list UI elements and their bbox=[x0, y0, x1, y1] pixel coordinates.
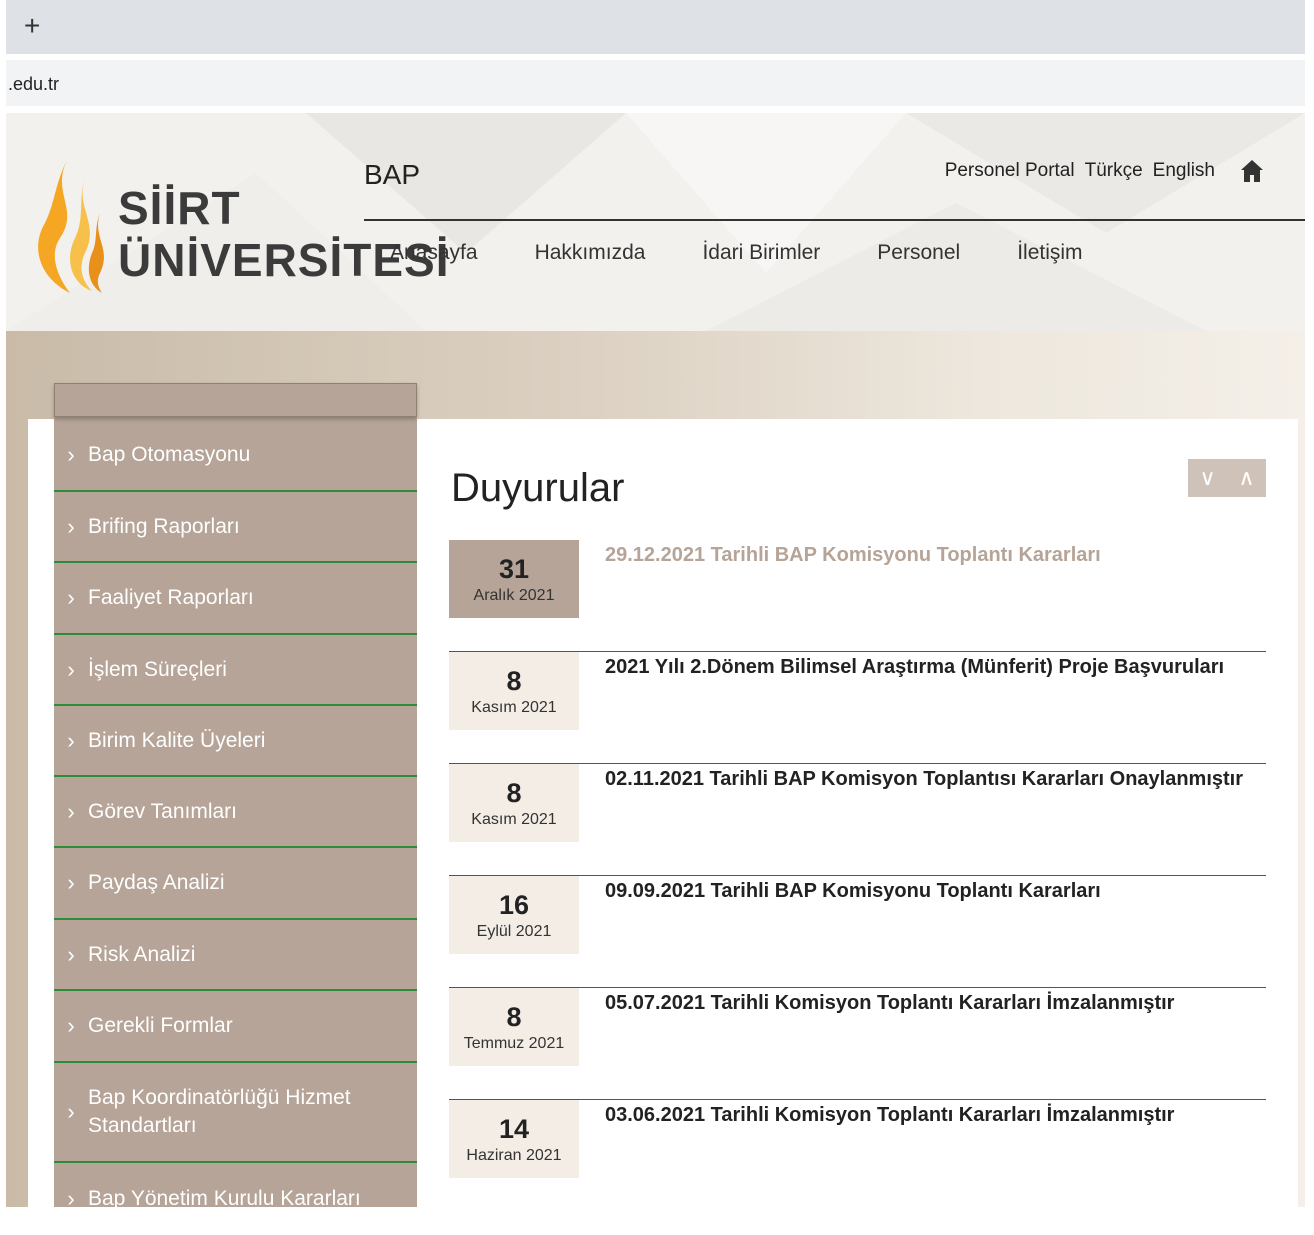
chevron-right-icon: › bbox=[67, 656, 75, 682]
chevron-right-icon: › bbox=[67, 1013, 75, 1038]
announcement-title-link[interactable]: 02.11.2021 Tarihli BAP Komisyon Toplantı… bbox=[605, 768, 1243, 791]
announcement-scroll-controls: ∨ ∧ bbox=[1188, 459, 1266, 497]
chevron-right-icon: › bbox=[67, 941, 75, 967]
announcement-item[interactable]: 8 Kasım 2021 02.11.2021 Tarihli BAP Komi… bbox=[449, 764, 1266, 876]
english-language-link[interactable]: English bbox=[1153, 160, 1215, 182]
announcement-day: 8 bbox=[506, 666, 522, 696]
announcement-item[interactable]: 8 Kasım 2021 2021 Yılı 2.Dönem Bilimsel … bbox=[449, 652, 1266, 764]
flame-logo-icon bbox=[38, 158, 104, 293]
sidebar-item-label: Bap Koordinatörlüğü Hizmet Standartları bbox=[88, 1086, 351, 1137]
nav-item-idari-birimler[interactable]: İdari Birimler bbox=[702, 241, 820, 265]
university-logo[interactable]: SİİRT ÜNİVERSİTESİ bbox=[30, 153, 449, 303]
sidebar-item-gorev-tanimlari[interactable]: › Görev Tanımları bbox=[54, 777, 417, 848]
browser-tab-bar: + bbox=[6, 0, 1305, 54]
announcement-title-link[interactable]: 09.09.2021 Tarihli BAP Komisyonu Toplant… bbox=[605, 880, 1101, 903]
chevron-right-icon: › bbox=[67, 585, 75, 610]
announcement-day: 14 bbox=[498, 1114, 530, 1144]
sidebar-item-label: Brifing Raporları bbox=[88, 514, 240, 538]
announcement-month: Kasım 2021 bbox=[471, 811, 557, 828]
announcement-month: Kasım 2021 bbox=[471, 699, 557, 716]
chevron-right-icon: › bbox=[67, 1099, 75, 1124]
announcement-month: Temmuz 2021 bbox=[463, 1035, 565, 1052]
main-navigation: Anasayfa Hakkımızda İdari Birimler Perso… bbox=[390, 241, 1140, 265]
chevron-down-icon[interactable]: ∨ bbox=[1188, 459, 1227, 497]
sidebar-item-label: Bap Otomasyonu bbox=[88, 443, 251, 466]
sidebar-item-label: Gerekli Formlar bbox=[88, 1014, 233, 1037]
sidebar-item-birim-kalite-uyeleri[interactable]: › Birim Kalite Üyeleri bbox=[54, 706, 417, 777]
personel-portal-link[interactable]: Personel Portal bbox=[945, 160, 1075, 182]
home-icon[interactable] bbox=[1239, 158, 1265, 184]
sidebar-item-brifing-raporlari[interactable]: › Brifing Raporları bbox=[54, 492, 417, 563]
chevron-right-icon: › bbox=[67, 798, 75, 824]
announcement-title-link[interactable]: 29.12.2021 Tarihli BAP Komisyonu Toplant… bbox=[605, 544, 1101, 567]
sidebar-header bbox=[54, 383, 417, 417]
sidebar-item-label: Faaliyet Raporları bbox=[88, 586, 254, 609]
sidebar-item-label: İşlem Süreçleri bbox=[88, 657, 227, 681]
chevron-right-icon: › bbox=[67, 870, 75, 895]
announcement-title-link[interactable]: 03.06.2021 Tarihli Komisyon Toplantı Kar… bbox=[605, 1104, 1174, 1127]
top-navigation: Personel Portal Türkçe English bbox=[945, 158, 1265, 184]
sidebar-item-label: Bap Yönetim Kurulu Kararları bbox=[88, 1187, 361, 1210]
address-bar[interactable]: .edu.tr bbox=[6, 60, 1305, 106]
logo-text-line1: SİİRT bbox=[118, 182, 241, 234]
announcement-date: 8 Kasım 2021 bbox=[449, 764, 579, 842]
sidebar-item-label: Paydaş Analizi bbox=[88, 871, 225, 894]
announcement-item[interactable]: 14 Haziran 2021 03.06.2021 Tarihli Komis… bbox=[449, 1100, 1266, 1200]
sidebar-item-yonetim-kurulu-kararlari[interactable]: › Bap Yönetim Kurulu Kararları bbox=[54, 1163, 417, 1235]
announcement-month: Aralık 2021 bbox=[473, 587, 555, 604]
nav-item-anasayfa[interactable]: Anasayfa bbox=[390, 241, 478, 265]
announcement-day: 16 bbox=[498, 890, 530, 920]
sidebar-item-bap-otomasyonu[interactable]: › Bap Otomasyonu bbox=[54, 420, 417, 492]
site-header: SİİRT ÜNİVERSİTESİ BAP Personel Portal T… bbox=[6, 113, 1305, 331]
nav-item-personel[interactable]: Personel bbox=[877, 241, 960, 265]
chevron-right-icon: › bbox=[67, 1186, 75, 1211]
sidebar-item-hizmet-standartlari[interactable]: › Bap Koordinatörlüğü Hizmet Standartlar… bbox=[54, 1063, 417, 1163]
sidebar-item-label: Görev Tanımları bbox=[88, 799, 237, 823]
sidebar-item-label: Birim Kalite Üyeleri bbox=[88, 728, 266, 752]
announcement-date: 16 Eylül 2021 bbox=[449, 876, 579, 954]
chevron-right-icon: › bbox=[67, 513, 75, 539]
announcement-month: Haziran 2021 bbox=[466, 1147, 562, 1164]
sidebar-item-risk-analizi[interactable]: › Risk Analizi bbox=[54, 920, 417, 991]
announcement-month: Eylül 2021 bbox=[476, 923, 552, 940]
announcement-date: 8 Temmuz 2021 bbox=[449, 988, 579, 1066]
sidebar-item-faaliyet-raporlari[interactable]: › Faaliyet Raporları bbox=[54, 563, 417, 635]
announcement-day: 8 bbox=[506, 1002, 522, 1032]
announcement-title-link[interactable]: 05.07.2021 Tarihli Komisyon Toplantı Kar… bbox=[605, 992, 1174, 1015]
announcement-day: 8 bbox=[506, 778, 522, 808]
chevron-up-icon[interactable]: ∧ bbox=[1227, 459, 1266, 497]
sidebar-item-label: Risk Analizi bbox=[88, 942, 196, 966]
announcement-date: 14 Haziran 2021 bbox=[449, 1100, 579, 1178]
announcement-item[interactable]: 8 Temmuz 2021 05.07.2021 Tarihli Komisyo… bbox=[449, 988, 1266, 1100]
nav-item-hakkimizda[interactable]: Hakkımızda bbox=[535, 241, 646, 265]
announcement-item[interactable]: 31 Aralık 2021 29.12.2021 Tarihli BAP Ko… bbox=[449, 540, 1266, 652]
announcement-date: 8 Kasım 2021 bbox=[449, 652, 579, 730]
sidebar-item-islem-surecleri[interactable]: › İşlem Süreçleri bbox=[54, 635, 417, 706]
announcement-title-link[interactable]: 2021 Yılı 2.Dönem Bilimsel Araştırma (Mü… bbox=[605, 656, 1224, 679]
new-tab-button[interactable]: + bbox=[24, 10, 40, 42]
announcement-item[interactable]: 16 Eylül 2021 09.09.2021 Tarihli BAP Kom… bbox=[449, 876, 1266, 988]
nav-divider bbox=[364, 219, 1305, 221]
announcement-day: 31 bbox=[498, 554, 530, 584]
sidebar-item-gerekli-formlar[interactable]: › Gerekli Formlar bbox=[54, 991, 417, 1063]
turkish-language-link[interactable]: Türkçe bbox=[1085, 160, 1143, 182]
site-title[interactable]: BAP bbox=[364, 159, 420, 191]
announcement-date: 31 Aralık 2021 bbox=[449, 540, 579, 618]
address-url[interactable]: .edu.tr bbox=[8, 74, 59, 95]
sidebar-item-paydas-analizi[interactable]: › Paydaş Analizi bbox=[54, 848, 417, 920]
nav-item-iletisim[interactable]: İletişim bbox=[1017, 241, 1082, 265]
chevron-right-icon: › bbox=[67, 442, 75, 467]
announcements-title: Duyurular bbox=[451, 466, 625, 510]
chevron-right-icon: › bbox=[67, 727, 75, 753]
sidebar-menu: › Bap Otomasyonu › Brifing Raporları › F… bbox=[54, 383, 417, 1211]
